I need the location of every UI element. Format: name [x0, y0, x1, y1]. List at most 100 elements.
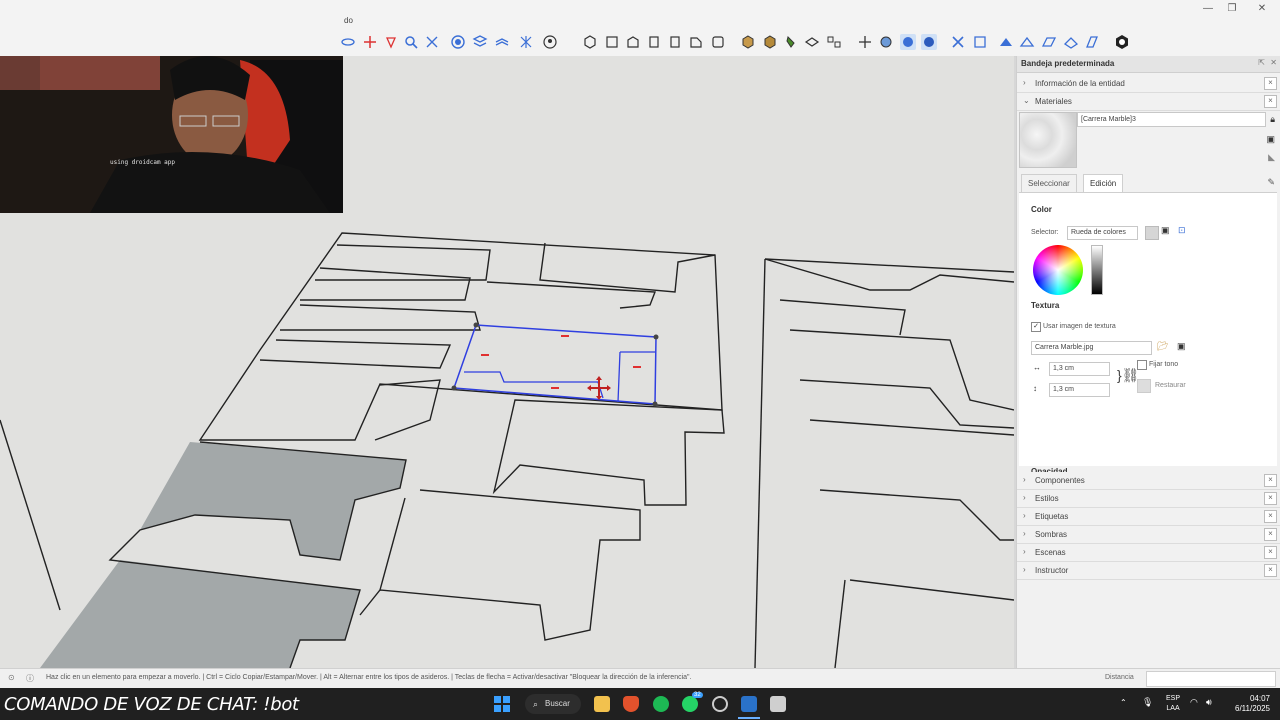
- sketchup-taskbar-icon[interactable]: [741, 696, 757, 712]
- panel-materials[interactable]: ⌄ Materiales ×: [1017, 93, 1280, 111]
- close-panel-icon[interactable]: ×: [1264, 510, 1277, 523]
- front-view-icon[interactable]: [625, 34, 641, 50]
- model-viewport[interactable]: using droidcam app: [0, 56, 1014, 668]
- clock[interactable]: 04:07 6/11/2025: [1235, 694, 1270, 714]
- texture-file-field[interactable]: Carrera Marble.jpg: [1031, 341, 1152, 355]
- reset-label[interactable]: Restaurar: [1155, 382, 1186, 389]
- move-icon[interactable]: [362, 34, 378, 50]
- microphone-icon[interactable]: 🎙︎: [1142, 697, 1153, 708]
- bottom-view-icon[interactable]: [710, 34, 726, 50]
- panel-tags[interactable]: › Etiquetas ×: [1017, 508, 1280, 526]
- pin-icon[interactable]: ⇱: [1258, 58, 1265, 67]
- paint-icon[interactable]: [783, 34, 799, 50]
- box-icon[interactable]: [740, 34, 756, 50]
- ruby-icon[interactable]: [1041, 34, 1057, 50]
- browse-folder-icon[interactable]: 📂︎: [1157, 341, 1168, 352]
- measurements-box[interactable]: [1146, 671, 1276, 687]
- match-color-screen-icon[interactable]: ⊡: [1178, 225, 1186, 236]
- file-explorer-icon[interactable]: [594, 696, 610, 712]
- maximize-button[interactable]: ❐: [1220, 2, 1244, 16]
- panel-entity-info[interactable]: › Información de la entidad ×: [1017, 75, 1280, 93]
- eyedropper-icon[interactable]: ✎: [1267, 177, 1275, 188]
- logo-icon[interactable]: [1114, 34, 1130, 50]
- extension-icon[interactable]: [1019, 34, 1035, 50]
- start-icon[interactable]: [494, 696, 510, 712]
- shadow-icon[interactable]: [921, 34, 937, 50]
- panel-shadows[interactable]: › Sombras ×: [1017, 526, 1280, 544]
- walk-icon[interactable]: [857, 34, 873, 50]
- volume-icon[interactable]: 🔊︎: [1206, 697, 1212, 708]
- texture-height-field[interactable]: 1,3 cm: [1049, 383, 1110, 397]
- geo-icon[interactable]: ⊙: [8, 673, 15, 682]
- whatsapp-icon[interactable]: [682, 696, 698, 712]
- chevron-right-icon: ›: [1023, 529, 1026, 538]
- move-grips[interactable]: [481, 335, 641, 389]
- sample-paint-icon[interactable]: ◣: [1268, 152, 1275, 163]
- close-button[interactable]: ✕: [1250, 2, 1274, 16]
- zoom-icon[interactable]: [403, 34, 419, 50]
- close-panel-icon[interactable]: ×: [1264, 564, 1277, 577]
- close-tray-icon[interactable]: ✕: [1270, 58, 1277, 67]
- menu-fragment[interactable]: do: [344, 16, 353, 25]
- material-name-field[interactable]: [Carrera Marble]3: [1077, 112, 1266, 127]
- panel-styles[interactable]: › Estilos ×: [1017, 490, 1280, 508]
- section-icon[interactable]: [450, 34, 466, 50]
- iso-icon[interactable]: [582, 34, 598, 50]
- warehouse-icon[interactable]: [1063, 34, 1079, 50]
- spotify-icon[interactable]: [653, 696, 669, 712]
- material-swatch[interactable]: [1019, 112, 1077, 168]
- close-panel-icon[interactable]: ×: [1264, 95, 1277, 108]
- chevron-up-icon[interactable]: ⌃: [1120, 698, 1127, 707]
- view-icon[interactable]: [542, 34, 558, 50]
- right-view-icon[interactable]: [646, 34, 662, 50]
- camera-icon[interactable]: [494, 34, 510, 50]
- taskbar-search[interactable]: ⌕ Buscar: [525, 694, 581, 714]
- chrome-icon[interactable]: [712, 696, 728, 712]
- brave-browser-icon[interactable]: [623, 696, 639, 712]
- component-icon[interactable]: [762, 34, 778, 50]
- color-selector-dropdown[interactable]: Rueda de colores: [1067, 226, 1138, 240]
- close-panel-icon[interactable]: ×: [1264, 492, 1277, 505]
- sandbox-icon[interactable]: [998, 34, 1014, 50]
- style-icon[interactable]: [972, 34, 988, 50]
- orbit-icon[interactable]: [340, 34, 356, 50]
- layers-icon[interactable]: [472, 34, 488, 50]
- info-icon[interactable]: ⓘ: [26, 673, 34, 684]
- close-panel-icon[interactable]: ×: [1264, 546, 1277, 559]
- texture-width-field[interactable]: 1,3 cm: [1049, 362, 1110, 376]
- close-panel-icon[interactable]: ×: [1264, 77, 1277, 90]
- language-indicator[interactable]: ESP LAA: [1166, 694, 1180, 714]
- fog-icon[interactable]: [950, 34, 966, 50]
- color-wheel[interactable]: [1033, 245, 1083, 295]
- use-texture-checkbox[interactable]: ✓: [1031, 322, 1041, 332]
- panel-components[interactable]: › Componentes ×: [1017, 472, 1280, 490]
- close-panel-icon[interactable]: ×: [1264, 528, 1277, 541]
- position-camera-icon[interactable]: [878, 34, 894, 50]
- webcam-overlay: using droidcam app: [0, 56, 343, 213]
- close-panel-icon[interactable]: ×: [1264, 474, 1277, 487]
- panel-scenes[interactable]: › Escenas ×: [1017, 544, 1280, 562]
- dimension-icon[interactable]: [826, 34, 842, 50]
- rotate-icon[interactable]: [383, 34, 399, 50]
- minimize-button[interactable]: —: [1196, 2, 1220, 16]
- wifi-icon[interactable]: ◠: [1190, 697, 1198, 708]
- zoom-extents-icon[interactable]: [424, 34, 440, 50]
- tab-select[interactable]: Seleccionar: [1021, 174, 1077, 192]
- app-icon[interactable]: [770, 696, 786, 712]
- reset-swatch[interactable]: [1137, 379, 1151, 393]
- back-view-icon[interactable]: [667, 34, 683, 50]
- fix-tone-checkbox[interactable]: [1137, 360, 1147, 370]
- tape-icon[interactable]: [804, 34, 820, 50]
- tab-edit[interactable]: Edición: [1083, 174, 1124, 192]
- edit-texture-icon[interactable]: ▣: [1177, 341, 1186, 352]
- hide-icon[interactable]: [900, 34, 916, 50]
- lock-icon[interactable]: 🔒︎: [1270, 114, 1275, 125]
- top-view-icon[interactable]: [604, 34, 620, 50]
- xray-icon[interactable]: [518, 34, 534, 50]
- panel-instructor[interactable]: › Instructor ×: [1017, 562, 1280, 580]
- brightness-slider[interactable]: [1091, 245, 1103, 295]
- layout-icon[interactable]: [1084, 34, 1100, 50]
- create-material-icon[interactable]: ▣: [1266, 134, 1275, 145]
- match-color-object-icon[interactable]: ▣: [1161, 225, 1170, 236]
- left-view-icon[interactable]: [688, 34, 704, 50]
